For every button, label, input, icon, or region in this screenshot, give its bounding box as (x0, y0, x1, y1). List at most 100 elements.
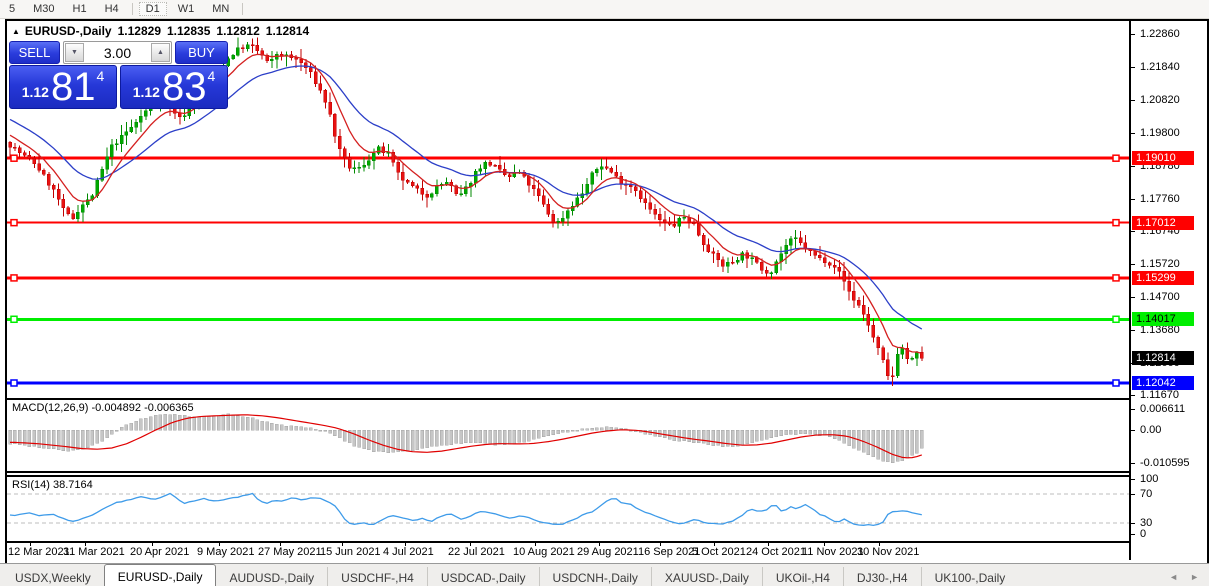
chart-tab-ukoil-h4[interactable]: UKOil-,H4 (761, 567, 843, 586)
tab-scroll-left-icon[interactable]: ◄ (1169, 572, 1178, 582)
buy-price-sup: 4 (207, 68, 216, 84)
date-tick (405, 543, 406, 546)
timeframe-button-5[interactable]: 5 (2, 2, 22, 16)
buy-price-prefix: 1.12 (132, 84, 160, 100)
date-axis[interactable]: 12 Mar 2021 31 Mar 2021 20 Apr 2021 9 May 2… (7, 543, 1129, 560)
chart-tab-usdx-weekly[interactable]: USDX,Weekly (2, 567, 104, 586)
ohlc-high: 1.12835 (167, 24, 211, 38)
macd-label: MACD(12,26,9) -0.004892 -0.006365 (12, 402, 194, 414)
chart-tab-audusd-daily[interactable]: AUDUSD-,Daily (216, 567, 327, 586)
price-tick-label: 1.11670 (1140, 388, 1179, 401)
axis-tick (1131, 297, 1135, 299)
sell-button[interactable]: SELL (9, 41, 60, 64)
macd-signal-value: -0.006365 (144, 402, 194, 414)
timeframe-button-H1[interactable]: H1 (66, 2, 94, 16)
date-tick (30, 543, 31, 546)
date-label: 24 Oct 2021 (746, 546, 806, 558)
date-tick (152, 543, 153, 546)
volume-up-icon[interactable]: ▲ (151, 43, 170, 62)
rsi-label: RSI(14) 38.7164 (12, 479, 93, 491)
price-level-tag: 1.15299 (1132, 270, 1194, 285)
date-label: 12 Mar 2021 (8, 546, 70, 558)
date-tick (219, 543, 220, 546)
volume-stepper: ▼ 3.00 ▲ (63, 41, 172, 64)
toolbar-separator (242, 3, 244, 15)
date-label: 22 Jul 2021 (448, 546, 505, 558)
date-label: 15 Jun 2021 (320, 546, 381, 558)
macd-main-value: -0.004892 (91, 402, 142, 414)
axis-tick (1131, 34, 1135, 35)
price-level-tag: 1.12042 (1132, 375, 1194, 390)
chart-tab-dj30-h4[interactable]: DJ30-,H4 (842, 567, 921, 586)
chart-tab-eurusd-daily[interactable]: EURUSD-,Daily (103, 564, 217, 586)
date-tick (599, 543, 600, 546)
date-tick (342, 543, 343, 546)
buy-price-panel[interactable]: 1.12 83 4 (120, 65, 228, 109)
price-tick-label: 0.006611 (1140, 403, 1186, 415)
date-tick (85, 543, 86, 546)
chart-tab-usdcad-daily[interactable]: USDCAD-,Daily (426, 567, 539, 586)
date-tick (714, 543, 715, 546)
timeframe-button-H4[interactable]: H4 (98, 2, 126, 16)
price-axis[interactable]: 1.22860 1.21840 1.20820 1.19800 1.18780 1.177… (1129, 21, 1205, 560)
ohlc-open: 1.12829 (117, 24, 161, 38)
date-tick (470, 543, 471, 546)
price-tick-label: 0.00 (1140, 424, 1162, 436)
price-level-tag: 1.14017 (1132, 312, 1194, 327)
rsi-panel[interactable]: RSI(14) 38.7164 (7, 475, 1129, 543)
tab-scroll-right-icon[interactable]: ► (1190, 572, 1199, 582)
axis-tick (1131, 409, 1135, 410)
axis-tick (1131, 231, 1135, 233)
date-tick (879, 543, 880, 546)
axis-tick (1131, 66, 1135, 68)
date-label: 31 Mar 2021 (63, 546, 125, 558)
price-tick-label: 1.17760 (1140, 192, 1180, 205)
chart-tab-uk100-daily[interactable]: UK100-,Daily (920, 567, 1019, 586)
chart-tab-usdchf-h4[interactable]: USDCHF-,H4 (327, 567, 427, 586)
date-label: 20 Apr 2021 (130, 546, 190, 558)
timeframe-button-M30[interactable]: M30 (26, 2, 61, 16)
price-level-tag: 1.12814 (1132, 351, 1194, 366)
chart-tab-bar: USDX,Weekly EURUSD-,Daily AUDUSD-,Daily USD… (0, 563, 1209, 586)
tab-scroll-nav: ◄ ► (1169, 572, 1209, 586)
axis-tick (1131, 99, 1135, 101)
collapse-triangle-icon[interactable]: ▲ (12, 27, 20, 36)
date-tick (535, 543, 536, 546)
sell-price-big: 81 (50, 65, 96, 109)
volume-down-icon[interactable]: ▼ (65, 43, 84, 62)
price-chart-plot[interactable]: ▲ EURUSD-,Daily 1.12829 1.12835 1.12812 1.128… (7, 21, 1129, 398)
price-level-tag: 1.17012 (1132, 215, 1194, 230)
axis-tick (1131, 264, 1135, 266)
axis-tick (1131, 479, 1135, 480)
price-tick-label: 70 (1140, 488, 1153, 500)
timeframe-button-W1[interactable]: W1 (171, 2, 202, 16)
chart-title: ▲ EURUSD-,Daily 1.12829 1.12835 1.12812 1.128… (12, 24, 309, 38)
chart-tab-usdcnh-daily[interactable]: USDCNH-,Daily (538, 567, 651, 586)
chart-window: ▲ EURUSD-,Daily 1.12829 1.12835 1.12812 1.128… (5, 19, 1209, 566)
price-tick-label: 1.22860 (1140, 28, 1180, 40)
axis-tick (1131, 534, 1135, 535)
buy-price-big: 83 (161, 65, 207, 109)
sell-price-sup: 4 (96, 68, 105, 84)
price-level-tag: 1.19010 (1132, 151, 1194, 166)
sell-price-panel[interactable]: 1.12 81 4 (9, 65, 117, 109)
chart-symbol: EURUSD-,Daily (24, 24, 112, 38)
axis-tick (1131, 523, 1135, 524)
timeframe-toolbar: 5 M30 H1 H4 D1 W1 MN (0, 0, 1209, 19)
axis-tick (1131, 430, 1135, 431)
date-tick (768, 543, 769, 546)
date-label: 4 Jul 2021 (383, 546, 434, 558)
timeframe-button-D1[interactable]: D1 (138, 2, 167, 16)
axis-tick (1131, 463, 1135, 464)
ohlc-low: 1.12812 (216, 24, 260, 38)
buy-button[interactable]: BUY (175, 41, 228, 64)
date-label: 27 May 2021 (258, 546, 322, 558)
macd-panel[interactable]: MACD(12,26,9) -0.004892 -0.006365 (7, 398, 1129, 473)
chart-tab-xauusd-daily[interactable]: XAUUSD-,Daily (650, 567, 762, 586)
axis-tick (1131, 198, 1135, 200)
volume-input[interactable]: 3.00 (85, 42, 150, 63)
ohlc-close: 1.12814 (265, 24, 310, 38)
timeframe-button-MN[interactable]: MN (205, 2, 236, 16)
date-label: 29 Aug 2021 (577, 546, 639, 558)
price-tick-label: 1.21840 (1140, 60, 1180, 73)
